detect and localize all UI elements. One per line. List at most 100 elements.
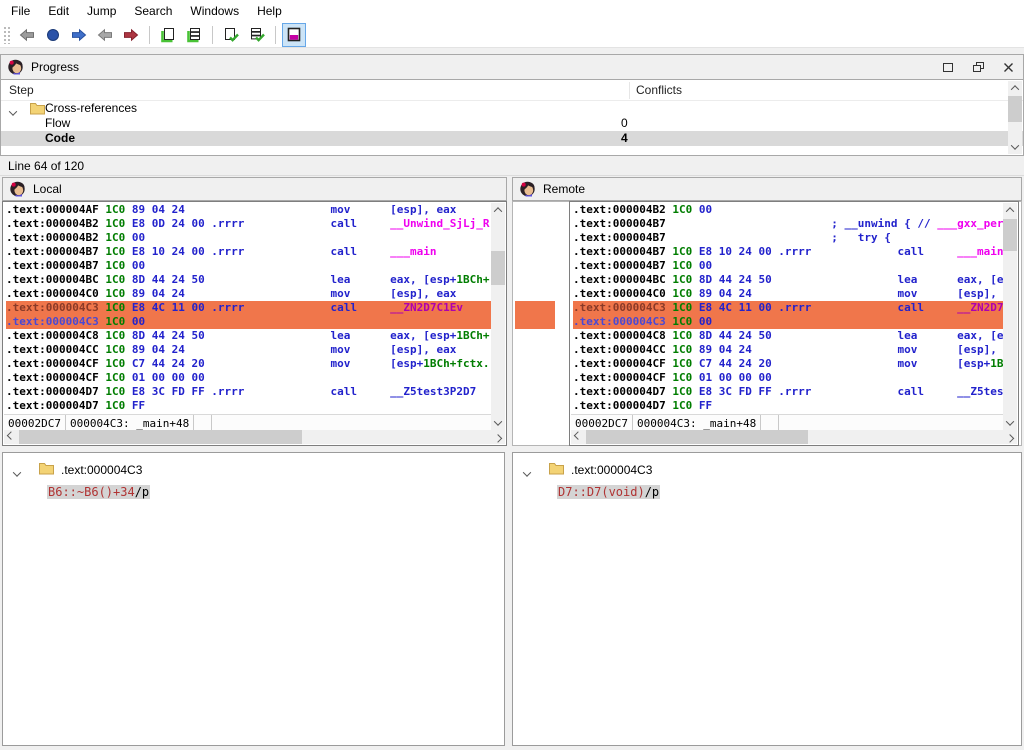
next-conflict-button[interactable]	[119, 23, 143, 47]
scrollbar-thumb[interactable]	[491, 251, 505, 285]
scrollbar-thumb[interactable]	[1008, 96, 1022, 122]
code-line[interactable]: .text:000004B7 1C0 E8 10 24 00 .rrrr cal…	[6, 245, 491, 259]
code-line[interactable]: .text:000004C3 1C0 00	[6, 315, 491, 329]
code-line[interactable]: .text:000004C3 1C0 E8 4C 11 00 .rrrr cal…	[573, 301, 1003, 315]
current-position-button[interactable]	[41, 23, 65, 47]
tree-row-code[interactable]: Code 4	[1, 131, 1023, 146]
code-line[interactable]: .text:000004D7 1C0 FF	[573, 399, 1003, 413]
code-line[interactable]: .text:000004CF 1C0 C7 44 24 20 mov [esp+…	[6, 357, 491, 371]
code-line[interactable]: .text:000004B2 1C0 00	[573, 203, 1003, 217]
code-line[interactable]: .text:000004C8 1C0 8D 44 24 50 lea eax, …	[6, 329, 491, 343]
code-line[interactable]: .text:000004D7 1C0 FF	[6, 399, 491, 413]
scrollbar-thumb[interactable]	[586, 430, 808, 444]
code-line[interactable]: .text:000004B7 1C0 E8 10 24 00 .rrrr cal…	[573, 245, 1003, 259]
code-line[interactable]: .text:000004AF 1C0 89 04 24 mov [esp], e…	[6, 203, 491, 217]
restore-button[interactable]	[963, 56, 993, 78]
conflict-diff-marker[interactable]	[515, 301, 555, 329]
scroll-left-button[interactable]	[571, 430, 585, 444]
progress-window-titlebar: Progress	[0, 54, 1024, 80]
remote-horizontal-scrollbar[interactable]	[571, 430, 1017, 444]
progress-conflicts-tree: Step Conflicts Cross-references Flow 0 C…	[0, 80, 1024, 156]
previous-conflict-button[interactable]	[93, 23, 117, 47]
menu-help[interactable]: Help	[248, 1, 291, 21]
code-line[interactable]: .text:000004CF 1C0 01 00 00 00	[6, 371, 491, 385]
back-arrow-button[interactable]	[15, 23, 39, 47]
scrollbar-thumb[interactable]	[1003, 219, 1017, 251]
code-line[interactable]: .text:000004B7 ; __unwind { // ___gxx_pe…	[573, 217, 1003, 231]
code-line[interactable]: .text:000004B2 1C0 E8 0D 24 00 .rrrr cal…	[6, 217, 491, 231]
column-header-conflicts[interactable]: Conflicts	[636, 83, 682, 97]
close-button[interactable]	[993, 56, 1023, 78]
status-cell: 000004C3: _main+48	[66, 415, 194, 431]
xref-node[interactable]: .text:000004C3	[3, 461, 504, 479]
status-cell: 00002DC7	[4, 415, 66, 431]
code-line[interactable]: .text:000004C0 1C0 89 04 24 mov [esp],	[573, 287, 1003, 301]
code-line[interactable]: .text:000004CF 1C0 01 00 00 00	[573, 371, 1003, 385]
remote-disassembly-view: .text:000004B2 1C0 00.text:000004B7 ; __…	[569, 201, 1019, 446]
document-stack-button[interactable]	[182, 23, 206, 47]
scroll-up-button[interactable]	[1008, 81, 1022, 95]
code-line[interactable]: .text:000004D7 1C0 E8 3C FD FF .rrrr cal…	[6, 385, 491, 399]
scroll-right-button[interactable]	[1003, 430, 1017, 444]
code-line[interactable]: .text:000004CC 1C0 89 04 24 mov [esp], e…	[6, 343, 491, 357]
code-line[interactable]: .text:000004CC 1C0 89 04 24 mov [esp],	[573, 343, 1003, 357]
toolbar-grip[interactable]	[3, 26, 10, 44]
folder-icon	[30, 102, 45, 115]
code-line[interactable]: .text:000004B7 1C0 00	[6, 259, 491, 273]
document-check-button[interactable]	[219, 23, 243, 47]
code-line[interactable]: .text:000004C8 1C0 8D 44 24 50 lea eax, …	[573, 329, 1003, 343]
code-line[interactable]: .text:000004C3 1C0 E8 4C 11 00 .rrrr cal…	[6, 301, 491, 315]
remote-vertical-scrollbar[interactable]	[1003, 203, 1017, 430]
menu-search[interactable]: Search	[125, 1, 181, 21]
scroll-down-button[interactable]	[1008, 140, 1022, 154]
scroll-left-button[interactable]	[4, 430, 18, 444]
tree-row-conflicts: 4	[621, 131, 628, 146]
merge-view-toggle-button[interactable]	[282, 23, 306, 47]
xref-item[interactable]: D7::D7(void)/p	[557, 485, 660, 499]
xref-node[interactable]: .text:000004C3	[513, 461, 1021, 479]
merge-view-toggle-icon	[286, 27, 302, 43]
app-icon	[9, 181, 26, 197]
forward-arrow-icon	[71, 27, 87, 43]
forward-arrow-button[interactable]	[67, 23, 91, 47]
tree-row-cross-references[interactable]: Cross-references	[1, 101, 1023, 116]
scroll-right-button[interactable]	[491, 430, 505, 444]
menu-file[interactable]: File	[2, 1, 39, 21]
local-horizontal-scrollbar[interactable]	[4, 430, 505, 444]
column-header-step[interactable]: Step	[9, 83, 34, 97]
code-line[interactable]: .text:000004C0 1C0 89 04 24 mov [esp], e…	[6, 287, 491, 301]
menu-windows[interactable]: Windows	[181, 1, 248, 21]
xref-item[interactable]: B6::~B6()+34/p	[47, 485, 150, 499]
code-line[interactable]: .text:000004B2 1C0 00	[6, 231, 491, 245]
local-vertical-scrollbar[interactable]	[491, 203, 505, 430]
local-pane-title: Local	[33, 182, 62, 196]
scroll-down-button[interactable]	[1003, 416, 1017, 430]
scroll-down-button[interactable]	[491, 416, 505, 430]
tree-header: Step Conflicts	[1, 80, 1023, 101]
expander-chevron-icon[interactable]	[14, 466, 20, 480]
expander-chevron-icon[interactable]	[524, 466, 530, 480]
code-line[interactable]: .text:000004B7 ; try {	[573, 231, 1003, 245]
local-code-area: .text:000004AF 1C0 89 04 24 mov [esp], e…	[6, 203, 491, 413]
code-line[interactable]: .text:000004C3 1C0 00	[573, 315, 1003, 329]
tree-row-flow[interactable]: Flow 0	[1, 116, 1023, 131]
code-line[interactable]: .text:000004BC 1C0 8D 44 24 50 lea eax, …	[6, 273, 491, 287]
menu-jump[interactable]: Jump	[78, 1, 125, 21]
tree-vertical-scrollbar[interactable]	[1008, 81, 1022, 154]
scroll-up-button[interactable]	[491, 203, 505, 217]
scrollbar-thumb[interactable]	[19, 430, 302, 444]
local-status-bar: 00002DC7000004C3: _main+48	[4, 414, 491, 431]
menu-edit[interactable]: Edit	[39, 1, 78, 21]
previous-conflict-icon	[97, 27, 113, 43]
status-cell	[761, 415, 779, 431]
code-line[interactable]: .text:000004D7 1C0 E8 3C FD FF .rrrr cal…	[573, 385, 1003, 399]
scroll-up-button[interactable]	[1003, 203, 1017, 217]
back-arrow-icon	[19, 27, 35, 43]
stack-check-button[interactable]	[245, 23, 269, 47]
code-line[interactable]: .text:000004CF 1C0 C7 44 24 20 mov [esp+…	[573, 357, 1003, 371]
maximize-button[interactable]	[933, 56, 963, 78]
document-icon	[160, 27, 176, 43]
document-button[interactable]	[156, 23, 180, 47]
code-line[interactable]: .text:000004B7 1C0 00	[573, 259, 1003, 273]
code-line[interactable]: .text:000004BC 1C0 8D 44 24 50 lea eax, …	[573, 273, 1003, 287]
